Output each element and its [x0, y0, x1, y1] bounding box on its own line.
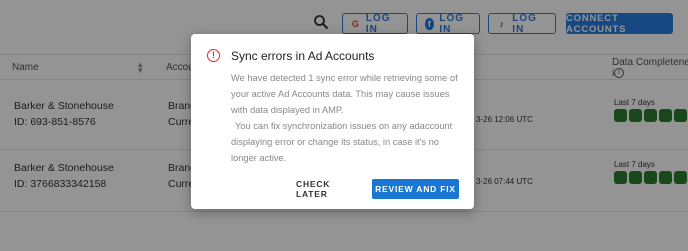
dialog-message-fix: You can fix synchronization issues on an… [231, 121, 453, 163]
alert-icon: ! [207, 49, 220, 62]
review-and-fix-button[interactable]: REVIEW AND FIX [372, 179, 459, 199]
dialog-title: Sync errors in Ad Accounts [231, 49, 375, 63]
dialog-message: We have detected 1 sync error while retr… [231, 73, 458, 115]
sync-errors-dialog: ! Sync errors in Ad Accounts We have det… [191, 34, 474, 209]
check-later-button[interactable]: CHECK LATER [296, 179, 361, 199]
dialog-body: We have detected 1 sync error while retr… [231, 70, 466, 166]
